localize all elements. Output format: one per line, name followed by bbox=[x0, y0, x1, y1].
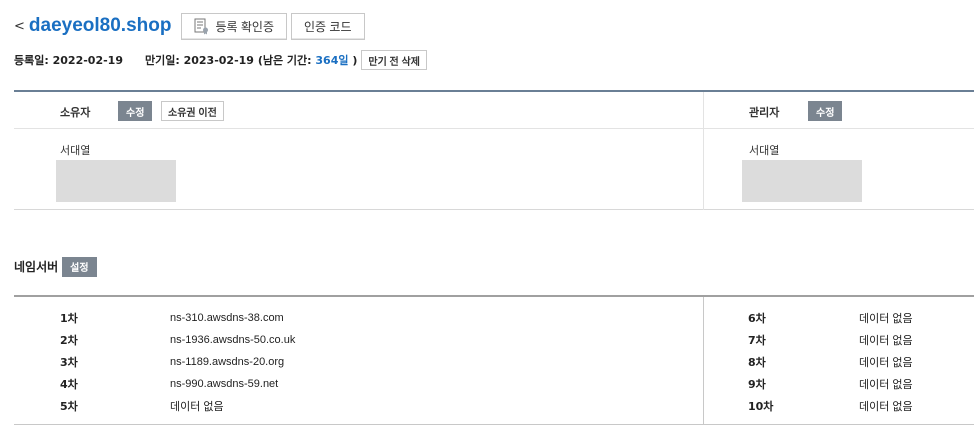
ns-value: ns-310.awsdns-38.com bbox=[170, 312, 284, 324]
ns-order: 9차 bbox=[748, 378, 766, 391]
ns-order: 1차 bbox=[60, 312, 78, 325]
ns-value: 데이터 없음 bbox=[859, 401, 913, 413]
registered-label: 등록일: bbox=[14, 54, 49, 67]
ns-order: 5차 bbox=[60, 400, 78, 413]
ns-value: 데이터 없음 bbox=[859, 313, 913, 325]
table-row: 5차 데이터 없음 bbox=[14, 396, 703, 416]
owner-edit-button[interactable]: 수정 bbox=[118, 101, 153, 121]
admin-edit-button[interactable]: 수정 bbox=[808, 101, 843, 121]
registration-certificate-button[interactable]: 등록 확인증 bbox=[181, 12, 288, 40]
table-row: 3차 ns-1189.awsdns-20.org bbox=[14, 352, 703, 372]
ns-value: ns-990.awsdns-59.net bbox=[170, 378, 279, 390]
registration-certificate-label: 등록 확인증 bbox=[215, 19, 275, 34]
ns-order: 4차 bbox=[60, 378, 78, 391]
table-row: 2차 ns-1936.awsdns-50.co.uk bbox=[14, 330, 703, 350]
admin-info-placeholder bbox=[742, 160, 862, 202]
table-row: 10차 데이터 없음 bbox=[704, 396, 974, 416]
ns-order: 3차 bbox=[60, 356, 78, 369]
ns-order: 6차 bbox=[748, 312, 766, 325]
contact-panel: 소유자 수정 소유권 이전 서대열 관리자 수정 서대열 bbox=[14, 90, 974, 210]
ns-order: 8차 bbox=[748, 356, 766, 369]
nameserver-section-title: 네임서버 설정 bbox=[14, 256, 97, 277]
admin-name: 서대열 bbox=[749, 144, 780, 157]
ns-value: 데이터 없음 bbox=[170, 401, 224, 413]
registered-date: 2022-02-19 bbox=[52, 53, 123, 67]
ns-value: ns-1189.awsdns-20.org bbox=[170, 356, 285, 368]
owner-label: 소유자 bbox=[60, 106, 91, 119]
table-row: 1차 ns-310.awsdns-38.com bbox=[14, 308, 703, 328]
table-row: 8차 데이터 없음 bbox=[704, 352, 974, 372]
date-info: 등록일: 2022-02-19 만기일: 2023-02-19 (남은 기간: … bbox=[14, 50, 427, 70]
admin-label: 관리자 bbox=[749, 106, 780, 119]
contact-divider bbox=[703, 92, 704, 210]
nameserver-setup-button[interactable]: 설정 bbox=[62, 256, 97, 277]
table-row: 9차 데이터 없음 bbox=[704, 374, 974, 394]
ns-order: 7차 bbox=[748, 334, 766, 347]
remaining-suffix: ) bbox=[352, 53, 358, 67]
expiry-date: 2023-02-19 bbox=[183, 53, 254, 67]
ns-value: 데이터 없음 bbox=[859, 335, 913, 347]
ns-order: 10차 bbox=[748, 400, 774, 413]
owner-info-placeholder bbox=[56, 160, 176, 202]
table-row: 4차 ns-990.awsdns-59.net bbox=[14, 374, 703, 394]
certificate-icon bbox=[194, 18, 209, 35]
ns-value: 데이터 없음 bbox=[859, 357, 913, 369]
nameserver-title: 네임서버 bbox=[14, 260, 59, 274]
domain-title: daeyeol80.shop bbox=[28, 15, 172, 36]
remaining-prefix: (남은 기간: bbox=[257, 54, 312, 67]
nameserver-table: 1차 ns-310.awsdns-38.com 2차 ns-1936.awsdn… bbox=[14, 295, 974, 425]
remaining-days: 364일 bbox=[315, 54, 349, 67]
ns-value: ns-1936.awsdns-50.co.uk bbox=[170, 334, 296, 346]
ns-value: 데이터 없음 bbox=[859, 379, 913, 391]
table-row: 6차 데이터 없음 bbox=[704, 308, 974, 328]
back-link[interactable]: < bbox=[14, 19, 25, 34]
ns-order: 2차 bbox=[60, 334, 78, 347]
early-delete-button[interactable]: 만기 전 삭제 bbox=[361, 50, 427, 70]
ownership-transfer-button[interactable]: 소유권 이전 bbox=[161, 101, 224, 121]
expiry-label: 만기일: bbox=[144, 54, 180, 67]
table-row: 7차 데이터 없음 bbox=[704, 330, 974, 350]
page-header: < daeyeol80.shop 등록 확인증 인증 코드 bbox=[14, 12, 365, 40]
owner-name: 서대열 bbox=[60, 144, 91, 157]
auth-code-button[interactable]: 인증 코드 bbox=[291, 12, 365, 40]
